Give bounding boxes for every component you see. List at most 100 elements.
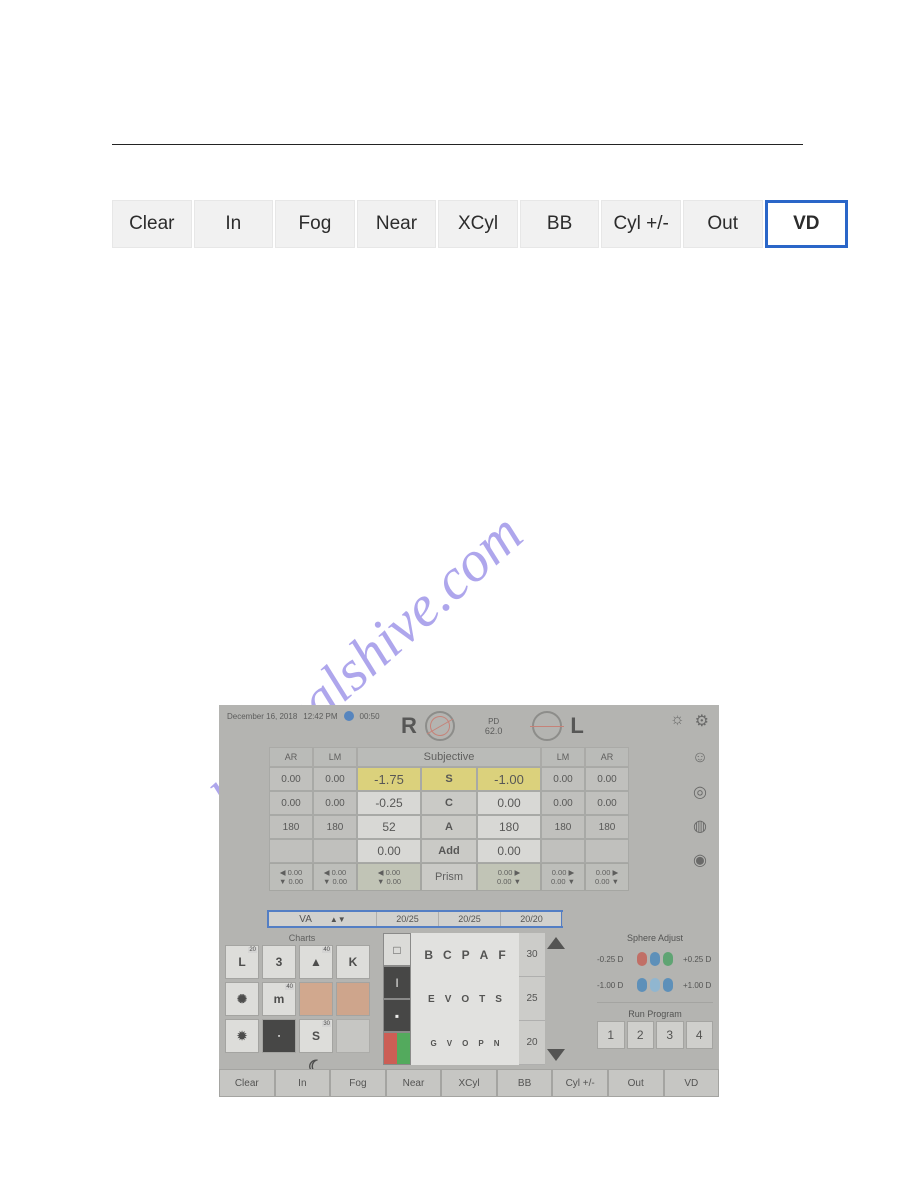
chart-K[interactable]: K xyxy=(336,945,370,979)
app-mode-xcyl[interactable]: XCyl xyxy=(441,1069,497,1097)
letter-chart-panel: □ I ▪ B C P A F E V O T S xyxy=(383,933,567,1065)
prism-r[interactable]: ◀ 0.00 ▼ 0.00 xyxy=(357,863,421,891)
chart-L[interactable]: L20 xyxy=(225,945,259,979)
tile-white-square[interactable]: □ xyxy=(383,933,411,966)
col-subjective[interactable]: Subjective xyxy=(357,747,541,767)
arrow-down-icon[interactable] xyxy=(547,1049,565,1061)
add-lm-r xyxy=(313,839,357,863)
chart-patch[interactable] xyxy=(336,982,370,1016)
mode-fog[interactable]: Fog xyxy=(275,200,355,248)
c-label: C xyxy=(421,791,477,815)
letter-chart[interactable]: B C P A F E V O T S G V O P xyxy=(411,933,519,1065)
chart-empty xyxy=(336,1019,370,1053)
mode-xcyl[interactable]: XCyl xyxy=(438,200,518,248)
chart-burst[interactable]: ✺ xyxy=(225,982,259,1016)
run-4[interactable]: 4 xyxy=(686,1021,714,1049)
sphere-icons-100[interactable] xyxy=(627,978,683,992)
letter-arrows xyxy=(545,933,567,1065)
chart-tree[interactable]: ▲40 xyxy=(299,945,333,979)
chart-3[interactable]: 3 xyxy=(262,945,296,979)
va-l: 20/20 xyxy=(501,912,563,926)
app-mode-vd[interactable]: VD xyxy=(664,1069,720,1097)
s-lm-l: 0.00 xyxy=(541,767,585,791)
size-30: 30 xyxy=(519,933,545,977)
col-lm-l[interactable]: LM xyxy=(541,747,585,767)
letter-sizes: 30 25 20 xyxy=(519,933,545,1065)
face-icon[interactable]: ☺ xyxy=(691,749,709,767)
mode-vd[interactable]: VD xyxy=(765,200,849,248)
va-row[interactable]: VA▲▼ 20/25 20/25 20/20 xyxy=(267,910,563,928)
sphere-minus-100[interactable]: -1.00 D xyxy=(597,981,627,990)
prism-lm-l: 0.00 ▶ 0.00 ▼ xyxy=(541,863,585,891)
mode-near[interactable]: Near xyxy=(357,200,437,248)
run-1[interactable]: 1 xyxy=(597,1021,625,1049)
row-c: 0.00 0.00 -0.25 C 0.00 0.00 0.00 xyxy=(269,791,669,815)
disc-icon[interactable]: ◉ xyxy=(691,851,709,869)
col-ar-l[interactable]: AR xyxy=(585,747,629,767)
app-mode-near[interactable]: Near xyxy=(386,1069,442,1097)
c-r[interactable]: -0.25 xyxy=(357,791,421,815)
app-mode-bb[interactable]: BB xyxy=(497,1069,553,1097)
target-icon[interactable]: ◎ xyxy=(691,783,709,801)
mode-out[interactable]: Out xyxy=(683,200,763,248)
c-l[interactable]: 0.00 xyxy=(477,791,541,815)
run-2[interactable]: 2 xyxy=(627,1021,655,1049)
sphere-plus-025[interactable]: +0.25 D xyxy=(683,955,713,964)
va-c: 20/25 xyxy=(439,912,501,926)
sphere-title: Sphere Adjust xyxy=(597,933,713,943)
chart-dark[interactable]: ∙ xyxy=(262,1019,296,1053)
chart-S[interactable]: S30 xyxy=(299,1019,333,1053)
right-lens-icon[interactable] xyxy=(425,711,455,741)
prism-lm-r: ◀ 0.00 ▼ 0.00 xyxy=(313,863,357,891)
tile-black-dot[interactable]: ▪ xyxy=(383,999,411,1032)
a-l[interactable]: 180 xyxy=(477,815,541,839)
left-lens-icon[interactable] xyxy=(532,711,562,741)
tile-red-green[interactable] xyxy=(383,1032,411,1065)
app-mode-in[interactable]: In xyxy=(275,1069,331,1097)
add-r[interactable]: 0.00 xyxy=(357,839,421,863)
tile-black-i[interactable]: I xyxy=(383,966,411,999)
c-lm-r: 0.00 xyxy=(313,791,357,815)
row-s: 0.00 0.00 -1.75 S -1.00 0.00 0.00 xyxy=(269,767,669,791)
charts-title: Charts xyxy=(225,933,379,943)
mode-clear[interactable]: Clear xyxy=(112,200,192,248)
app-mode-cylpm[interactable]: Cyl +/- xyxy=(552,1069,608,1097)
run-3[interactable]: 3 xyxy=(656,1021,684,1049)
s-r[interactable]: -1.75 xyxy=(357,767,421,791)
sphere-minus-025[interactable]: -0.25 D xyxy=(597,955,627,964)
sphere-row-100: -1.00 D +1.00 D xyxy=(597,972,713,998)
va-r: 20/25 xyxy=(377,912,439,926)
sphere-plus-100[interactable]: +1.00 D xyxy=(683,981,713,990)
arrow-up-icon[interactable] xyxy=(547,937,565,949)
prism-ar-l: 0.00 ▶ 0.00 ▼ xyxy=(585,863,629,891)
app-mode-out[interactable]: Out xyxy=(608,1069,664,1097)
app-mode-clear[interactable]: Clear xyxy=(219,1069,275,1097)
a-lm-r: 180 xyxy=(313,815,357,839)
a-r[interactable]: 52 xyxy=(357,815,421,839)
pd-block[interactable]: PD 62.0 xyxy=(485,717,503,736)
col-lm-r[interactable]: LM xyxy=(313,747,357,767)
chart-m[interactable]: m40 xyxy=(262,982,296,1016)
add-lm-l xyxy=(541,839,585,863)
col-ar-r[interactable]: AR xyxy=(269,747,313,767)
prism-l[interactable]: 0.00 ▶ 0.00 ▼ xyxy=(477,863,541,891)
horizontal-rule xyxy=(112,144,803,145)
hatch-icon[interactable]: ◍ xyxy=(691,817,709,835)
app-mode-fog[interactable]: Fog xyxy=(330,1069,386,1097)
s-l[interactable]: -1.00 xyxy=(477,767,541,791)
add-label: Add xyxy=(421,839,477,863)
chart-face[interactable] xyxy=(299,982,333,1016)
chart-sunburst[interactable]: ✹ xyxy=(225,1019,259,1053)
side-icons: ☺ ◎ ◍ ◉ xyxy=(691,749,709,869)
sphere-icons-025[interactable] xyxy=(627,952,683,966)
right-eye-label: R xyxy=(401,713,417,739)
letters-row-30: B C P A F xyxy=(411,933,519,977)
mode-cylpm[interactable]: Cyl +/- xyxy=(601,200,681,248)
brightness-icon[interactable]: ☼ xyxy=(670,711,685,731)
add-l[interactable]: 0.00 xyxy=(477,839,541,863)
gear-icon[interactable]: ⚙ xyxy=(695,711,709,731)
mode-in[interactable]: In xyxy=(194,200,274,248)
charts-panel: Charts L20 3 ▲40 K ✺ m40 ✹ ∙ S30 ☾ … xyxy=(225,933,379,1078)
a-label: A xyxy=(421,815,477,839)
mode-bb[interactable]: BB xyxy=(520,200,600,248)
